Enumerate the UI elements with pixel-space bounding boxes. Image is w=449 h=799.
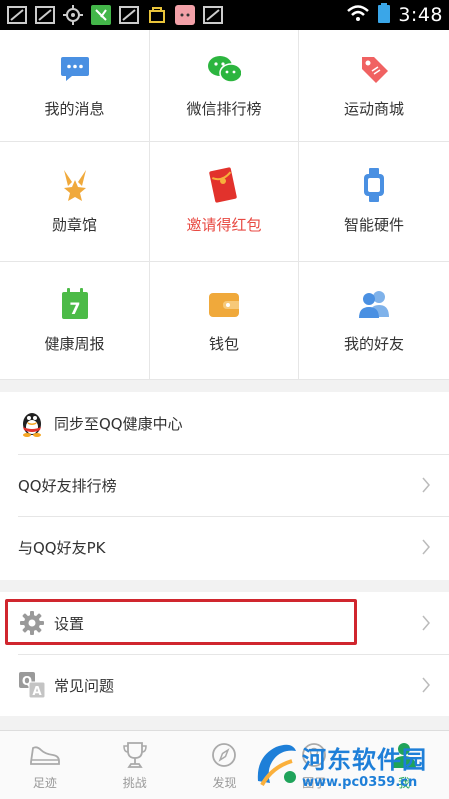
nav-label: 足迹 bbox=[32, 775, 57, 790]
grid-item-label: 微信排行榜 bbox=[186, 100, 262, 118]
tag-icon bbox=[357, 52, 391, 86]
grid-item-label: 我的好友 bbox=[343, 335, 404, 353]
notification-icon bbox=[118, 5, 140, 25]
grid-item-wallet[interactable]: 钱包 bbox=[150, 262, 299, 380]
list-item-label: 与QQ好友PK bbox=[18, 538, 106, 557]
list-item-label: 常见问题 bbox=[54, 676, 115, 695]
grid-item-wechat-rank[interactable]: 微信排行榜 bbox=[150, 30, 299, 142]
medal-icon bbox=[58, 168, 92, 202]
app-icon bbox=[90, 5, 112, 25]
list-item-label: 设置 bbox=[54, 614, 85, 633]
compass-icon bbox=[207, 740, 241, 770]
list-item-pk-qq-friends[interactable]: 与QQ好友PK bbox=[0, 516, 449, 578]
grid-item-medals[interactable]: 勋章馆 bbox=[0, 142, 150, 262]
nav-item-footprint[interactable]: 足迹 bbox=[0, 731, 90, 799]
cart-icon bbox=[146, 5, 168, 25]
status-bar: 3:48 bbox=[0, 0, 449, 30]
nav-label: 挑战 bbox=[122, 775, 147, 790]
nav-item-circle[interactable]: 圈子 bbox=[269, 731, 359, 799]
wechat-icon bbox=[207, 52, 241, 86]
red-envelope-icon bbox=[207, 167, 241, 203]
chevron-right-icon bbox=[419, 539, 433, 555]
trophy-icon bbox=[118, 740, 152, 770]
wifi-icon bbox=[346, 4, 370, 26]
grid-item-label: 智能硬件 bbox=[343, 216, 404, 234]
grid-item-health-weekly[interactable]: 7 健康周报 bbox=[0, 262, 150, 380]
notification-icon bbox=[6, 5, 28, 25]
notification-icon bbox=[202, 5, 224, 25]
nav-label: 我 bbox=[398, 775, 411, 790]
calendar-icon: 7 bbox=[58, 287, 92, 321]
grid-item-label: 邀请得红包 bbox=[186, 216, 262, 234]
status-time: 3:48 bbox=[398, 4, 443, 26]
person-icon bbox=[387, 740, 421, 770]
grid-item-invite-red-envelope[interactable]: 邀请得红包 bbox=[150, 142, 299, 262]
chevron-right-icon bbox=[419, 677, 433, 693]
grid-item-label: 运动商城 bbox=[343, 100, 404, 118]
message-icon bbox=[58, 52, 92, 86]
chevron-right-icon bbox=[419, 477, 433, 493]
grid-item-label: 钱包 bbox=[208, 335, 239, 353]
notification-icon bbox=[34, 5, 56, 25]
shoe-icon bbox=[28, 740, 62, 770]
gps-icon bbox=[62, 5, 84, 25]
list-item-settings[interactable]: 设置 bbox=[0, 592, 449, 654]
qq-list: 同步至QQ健康中心 QQ好友排行榜 与QQ好友PK bbox=[0, 392, 449, 580]
grid-item-label: 健康周报 bbox=[44, 335, 105, 353]
list-item-qq-friends-rank[interactable]: QQ好友排行榜 bbox=[0, 454, 449, 516]
settings-list: 设置 QA 常见问题 bbox=[0, 592, 449, 716]
gear-icon bbox=[18, 609, 46, 637]
grid-item-label: 勋章馆 bbox=[51, 216, 97, 234]
group-icon bbox=[297, 740, 331, 770]
bottom-nav: 足迹 挑战 发现 圈子 我 bbox=[0, 730, 449, 799]
nav-label: 发现 bbox=[212, 775, 237, 790]
list-item-sync-qq-health[interactable]: 同步至QQ健康中心 bbox=[0, 392, 449, 454]
wallet-icon bbox=[207, 287, 241, 321]
nav-item-me[interactable]: 我 bbox=[359, 731, 449, 799]
cat-app-icon bbox=[174, 5, 196, 25]
watch-icon bbox=[357, 168, 391, 202]
nav-item-challenge[interactable]: 挑战 bbox=[90, 731, 180, 799]
grid-item-messages[interactable]: 我的消息 bbox=[0, 30, 150, 142]
qa-icon: QA bbox=[18, 671, 46, 699]
list-item-faq[interactable]: QA 常见问题 bbox=[0, 654, 449, 716]
nav-item-discover[interactable]: 发现 bbox=[180, 731, 270, 799]
calendar-badge: 7 bbox=[69, 299, 80, 318]
grid-item-my-friends[interactable]: 我的好友 bbox=[299, 262, 449, 380]
grid-item-label: 我的消息 bbox=[44, 100, 105, 118]
list-item-label: QQ好友排行榜 bbox=[18, 476, 117, 495]
battery-icon bbox=[378, 3, 391, 27]
svg-text:A: A bbox=[32, 684, 42, 698]
feature-grid: 我的消息 微信排行榜 运动商城 勋章馆 邀请得红包 智能硬件 7 健康周报 钱包… bbox=[0, 30, 449, 380]
nav-label: 圈子 bbox=[302, 775, 327, 790]
chevron-right-icon bbox=[419, 615, 433, 631]
qq-penguin-icon bbox=[18, 409, 46, 437]
list-item-label: 同步至QQ健康中心 bbox=[54, 414, 183, 433]
grid-item-sports-mall[interactable]: 运动商城 bbox=[299, 30, 449, 142]
friends-icon bbox=[357, 287, 391, 321]
grid-item-smart-hardware[interactable]: 智能硬件 bbox=[299, 142, 449, 262]
